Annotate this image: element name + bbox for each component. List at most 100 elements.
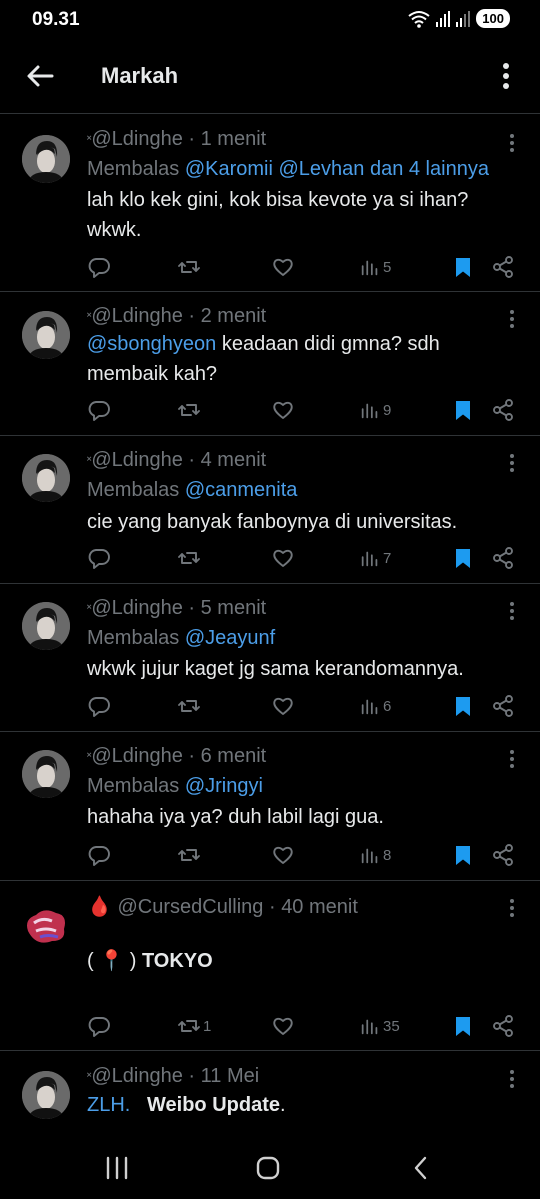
views-button[interactable]: 9 [359,398,391,422]
reply-button[interactable] [87,546,111,570]
avatar[interactable] [22,750,70,798]
share-icon [493,1015,513,1037]
share-button[interactable] [491,546,515,570]
avatar[interactable] [22,602,70,650]
name-emoji: 🩸 [87,896,112,918]
tweet-item[interactable]: ˟@Ldinghe · 6 menit Membalas @Jringyi ha… [0,732,540,881]
views-button[interactable]: 5 [359,255,391,279]
tweet-handle[interactable]: @Ldinghe [91,305,182,327]
share-button[interactable] [491,843,515,867]
reply-mention-link[interactable]: @Jringyi [185,775,263,797]
more-vertical-icon[interactable] [508,1069,516,1089]
tweet-item[interactable]: ˟@Ldinghe · 5 menit Membalas @Jeayunf wk… [0,584,540,732]
arrow-left-icon[interactable] [24,60,56,92]
reply-icon [88,697,110,717]
tweet-handle[interactable]: @Ldinghe [91,449,182,471]
share-icon [493,399,513,421]
reply-button[interactable] [87,694,111,718]
retweet-icon [178,404,200,416]
share-button[interactable] [491,398,515,422]
like-button[interactable] [271,255,295,279]
tweet-actions: 8 [87,843,527,867]
like-button[interactable] [271,398,295,422]
tweet-item[interactable]: 🩸 @CursedCulling · 40 menit ( 📍 ) TOKYO … [0,881,540,1051]
mention-link[interactable]: @sbonghyeon [87,333,216,355]
text-link[interactable]: ZLH. [87,1094,130,1116]
avatar[interactable] [22,901,70,949]
views-button[interactable]: 6 [359,694,391,718]
tweet-handle[interactable]: @Ldinghe [91,128,182,150]
heart-icon [273,258,293,276]
more-vertical-icon[interactable] [508,309,516,329]
heart-icon [273,846,293,864]
tweet-handle[interactable]: @Ldinghe [91,1065,182,1087]
like-button[interactable] [271,546,295,570]
share-button[interactable] [491,1014,515,1038]
reply-mention-link[interactable]: @canmenita [185,479,298,501]
retweet-button[interactable] [177,843,203,867]
tweet-item[interactable]: ˟@Ldinghe · 2 menit @sbonghyeon keadaan … [0,292,540,436]
share-icon [493,844,513,866]
avatar[interactable] [22,1071,70,1119]
tweet-header: ˟@Ldinghe · 5 menit [87,597,267,619]
reply-button[interactable] [87,398,111,422]
share-button[interactable] [491,694,515,718]
bookmark-button[interactable] [451,398,475,422]
more-vertical-icon[interactable] [498,60,514,92]
more-vertical-icon[interactable] [508,898,516,918]
views-icon [361,699,378,715]
more-vertical-icon[interactable] [508,133,516,153]
retweet-count: 1 [203,1017,212,1035]
home-icon[interactable] [255,1155,281,1181]
bookmark-filled-icon [456,401,470,420]
retweet-button[interactable] [177,694,203,718]
bookmark-button[interactable] [451,255,475,279]
like-button[interactable] [271,1014,295,1038]
tweet-item[interactable]: ˟@Ldinghe · 11 Mei ZLH. Weibo Update. [0,1051,540,1135]
back-nav-icon[interactable] [408,1155,434,1181]
reply-button[interactable] [87,843,111,867]
avatar[interactable] [22,311,70,359]
heart-icon [273,549,293,567]
reply-mention-link[interactable]: @Karomii @Levhan dan 4 lainnya [185,158,489,180]
avatar[interactable] [22,454,70,502]
views-button[interactable]: 8 [359,843,391,867]
tweet-actions: 7 [87,546,527,570]
bookmark-button[interactable] [451,694,475,718]
bookmark-button[interactable] [451,843,475,867]
reply-mention-link[interactable]: @Jeayunf [185,627,275,649]
reply-button[interactable] [87,1014,111,1038]
tweet-time: 40 menit [281,896,358,918]
tweet-actions: 1 35 [87,1014,527,1038]
like-button[interactable] [271,843,295,867]
reply-button[interactable] [87,255,111,279]
bookmark-button[interactable] [451,1014,475,1038]
retweet-button[interactable] [177,255,203,279]
reply-icon [88,401,110,421]
retweet-button[interactable] [177,398,203,422]
more-vertical-icon[interactable] [508,601,516,621]
share-button[interactable] [491,255,515,279]
tweet-text: lah klo kek gini, kok bisa kevote ya si … [87,189,469,241]
more-vertical-icon[interactable] [508,749,516,769]
bookmark-button[interactable] [451,546,475,570]
tweet-handle[interactable]: @Ldinghe [91,597,182,619]
tweet-time: 1 menit [200,128,267,150]
more-vertical-icon[interactable] [508,453,516,473]
tweet-time: 2 menit [200,305,267,327]
views-button[interactable]: 35 [359,1014,400,1038]
recent-apps-icon[interactable] [104,1155,130,1181]
avatar[interactable] [22,135,70,183]
like-button[interactable] [271,694,295,718]
retweet-button[interactable]: 1 [177,1014,211,1038]
tweet-item[interactable]: ˟@Ldinghe · 1 menit Membalas @Karomii @L… [0,115,540,292]
retweet-button[interactable] [177,546,203,570]
retweet-icon [178,552,200,564]
reply-icon [88,549,110,569]
views-button[interactable]: 7 [359,546,391,570]
views-icon [361,1019,378,1035]
tweet-item[interactable]: ˟@Ldinghe · 4 menit Membalas @canmenita … [0,436,540,584]
tweet-handle[interactable]: @CursedCulling [117,896,263,918]
tweet-handle[interactable]: @Ldinghe [91,745,182,767]
tweet-actions: 6 [87,694,527,718]
